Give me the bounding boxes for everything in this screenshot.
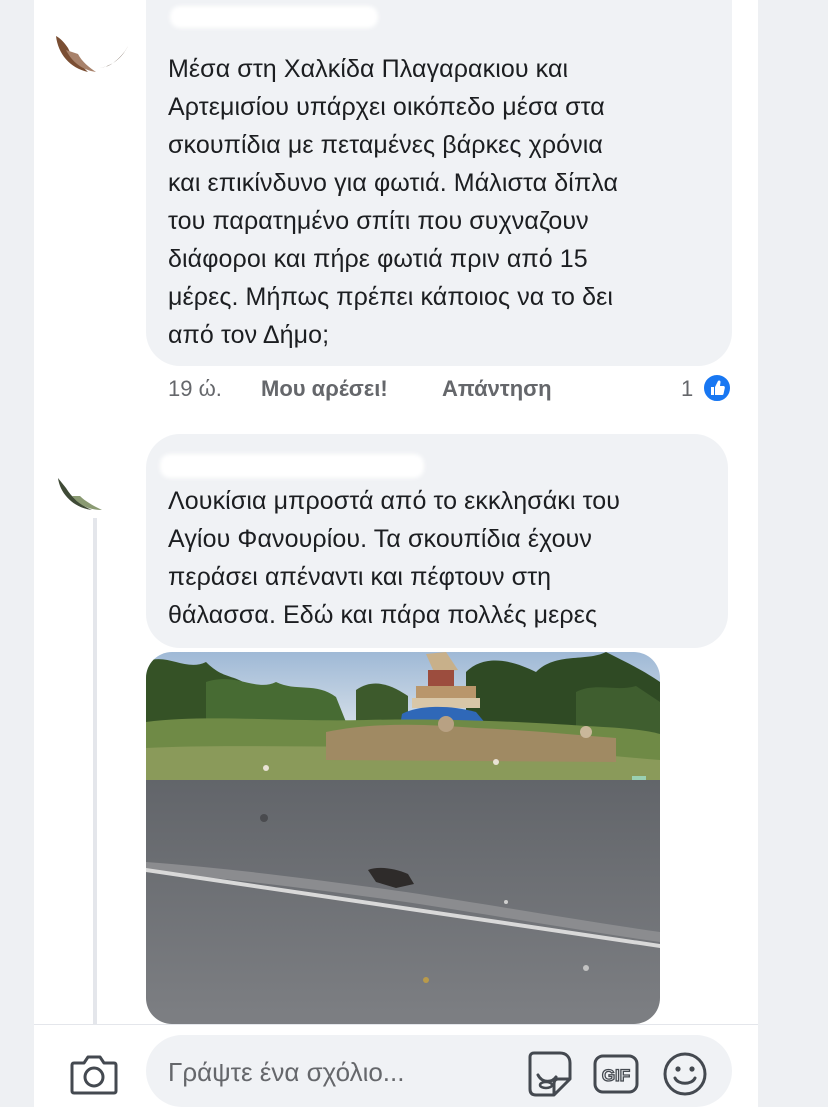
comment-composer: Γράψτε ένα σχόλιο... GIF [34, 1024, 758, 1108]
comment-text: Μέσα στη Χαλκίδα Πλαγαρακιου και Αρτεμισ… [168, 50, 728, 354]
comment-text: Λουκίσια μπροστά από το εκκλησάκι του Αγ… [168, 482, 718, 634]
comment-line: από τον Δήμο; [168, 321, 330, 349]
comment-bubble: Μέσα στη Χαλκίδα Πλαγαρακιου και Αρτεμισ… [146, 0, 732, 366]
like-button[interactable]: Μου αρέσει! [261, 376, 388, 402]
left-margin [0, 0, 34, 1107]
camera-icon[interactable] [70, 1053, 118, 1095]
comment-timestamp[interactable]: 19 ώ. [168, 376, 222, 402]
sticker-icon[interactable] [524, 1049, 574, 1097]
redacted-author-name [160, 454, 424, 478]
comment-line: Αρτεμισίου υπάρχει οικόπεδο μέσα στα [168, 93, 605, 121]
comment-line: και επικίνδυνο για φωτιά. Μάλιστα δίπλα [168, 169, 619, 197]
comment-line: περάσει απέναντι και πέφτουν στη [168, 563, 552, 591]
reaction-count[interactable]: 1 [681, 376, 693, 402]
comment-line: Λουκίσια μπροστά από το εκκλησάκι του [168, 487, 620, 515]
thumbs-up-icon[interactable] [702, 373, 732, 403]
comment-line: θάλασσα. Εδώ και πάρα πολλές μερες [168, 601, 598, 629]
emoji-icon[interactable] [662, 1051, 708, 1097]
commenter-avatar[interactable] [52, 434, 134, 516]
redacted-author-name [170, 6, 378, 28]
comment-line: διάφοροι και πήρε φωτιά πριν από 15 [168, 245, 588, 273]
gif-button[interactable]: GIF [592, 1053, 640, 1095]
right-margin [758, 0, 828, 1107]
comment-line: σκουπίδια με πεταμένες βάρκες χρόνια [168, 131, 603, 159]
comment-line: Μέσα στη Χαλκίδα Πλαγαρακιου και [168, 55, 569, 83]
comment-actions: 19 ώ. Μου αρέσει! Απάντηση 1 [168, 373, 738, 406]
comment-bubble: Λουκίσια μπροστά από το εκκλησάκι του Αγ… [146, 434, 728, 648]
gif-label: GIF [602, 1066, 630, 1085]
thread-line [93, 518, 97, 1024]
reply-button[interactable]: Απάντηση [442, 376, 552, 402]
comment-line: του παρατημένο σπίτι που συχναζουν [168, 207, 589, 235]
comment-photo[interactable] [146, 652, 660, 1024]
commenter-avatar[interactable] [52, 0, 134, 78]
comment-line: Αγίου Φανουρίου. Τα σκουπίδια έχουν [168, 525, 593, 553]
comment-line: μέρες. Μήπως πρέπει κάποιος να το δει [168, 283, 613, 311]
comment-input-placeholder: Γράψτε ένα σχόλιο... [168, 1057, 405, 1087]
comment-input[interactable]: Γράψτε ένα σχόλιο... GIF [146, 1035, 732, 1107]
